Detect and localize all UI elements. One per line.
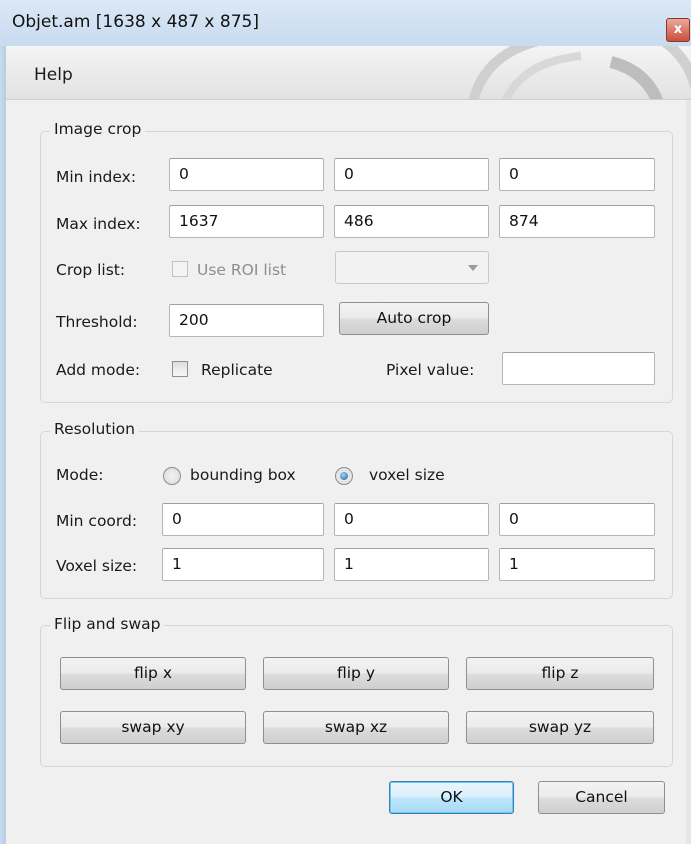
close-icon: x	[673, 22, 683, 37]
min-coord-y-input[interactable]: 0	[334, 503, 489, 536]
flip-y-button[interactable]: flip y	[263, 657, 449, 690]
voxel-size-option-label: voxel size	[369, 466, 445, 484]
flip-swap-group	[40, 625, 673, 767]
menu-bar: Help	[6, 46, 691, 100]
decorative-arcs-icon	[468, 46, 691, 99]
swap-xy-button[interactable]: swap xy	[60, 711, 246, 744]
add-mode-label: Add mode:	[56, 361, 141, 379]
use-roi-checkbox[interactable]	[172, 261, 188, 277]
roi-list-select[interactable]	[335, 251, 489, 284]
voxel-size-radio[interactable]	[335, 467, 353, 485]
max-index-label: Max index:	[56, 215, 141, 233]
use-roi-label: Use ROI list	[197, 261, 287, 279]
close-button[interactable]: x	[666, 18, 690, 42]
window-frame-right	[686, 100, 691, 844]
auto-crop-button[interactable]: Auto crop	[339, 302, 489, 335]
threshold-label: Threshold:	[56, 313, 138, 331]
min-index-y-input[interactable]: 0	[334, 158, 489, 191]
pixel-value-input[interactable]	[502, 352, 655, 385]
menu-help[interactable]: Help	[34, 65, 73, 85]
min-coord-label: Min coord:	[56, 512, 138, 530]
replicate-checkbox[interactable]	[172, 361, 188, 377]
ok-button[interactable]: OK	[389, 781, 514, 814]
title-bar: Objet.am [1638 x 487 x 875] x	[0, 0, 691, 46]
voxel-size-y-input[interactable]: 1	[334, 548, 489, 581]
resolution-title: Resolution	[50, 420, 139, 438]
mode-label: Mode:	[56, 466, 104, 484]
min-coord-z-input[interactable]: 0	[499, 503, 655, 536]
flip-z-button[interactable]: flip z	[466, 657, 654, 690]
threshold-input[interactable]: 200	[169, 304, 324, 337]
cancel-button[interactable]: Cancel	[538, 781, 665, 814]
flip-x-button[interactable]: flip x	[60, 657, 246, 690]
bounding-box-radio[interactable]	[163, 467, 181, 485]
window-title: Objet.am [1638 x 487 x 875]	[12, 12, 259, 32]
swap-yz-button[interactable]: swap yz	[466, 711, 654, 744]
radio-selected-dot	[340, 472, 348, 480]
voxel-size-z-input[interactable]: 1	[499, 548, 655, 581]
min-index-label: Min index:	[56, 168, 137, 186]
image-crop-title: Image crop	[50, 120, 146, 138]
min-index-x-input[interactable]: 0	[169, 158, 324, 191]
pixel-value-label: Pixel value:	[386, 361, 475, 379]
voxel-size-label: Voxel size:	[56, 557, 138, 575]
flip-swap-title: Flip and swap	[50, 615, 165, 633]
voxel-size-x-input[interactable]: 1	[162, 548, 324, 581]
min-index-z-input[interactable]: 0	[499, 158, 655, 191]
crop-list-label: Crop list:	[56, 261, 126, 279]
min-coord-x-input[interactable]: 0	[162, 503, 324, 536]
max-index-x-input[interactable]: 1637	[169, 205, 324, 238]
replicate-label: Replicate	[201, 361, 273, 379]
max-index-z-input[interactable]: 874	[499, 205, 655, 238]
bounding-box-label: bounding box	[190, 466, 296, 484]
chevron-down-icon	[468, 265, 478, 271]
swap-xz-button[interactable]: swap xz	[263, 711, 449, 744]
max-index-y-input[interactable]: 486	[334, 205, 489, 238]
